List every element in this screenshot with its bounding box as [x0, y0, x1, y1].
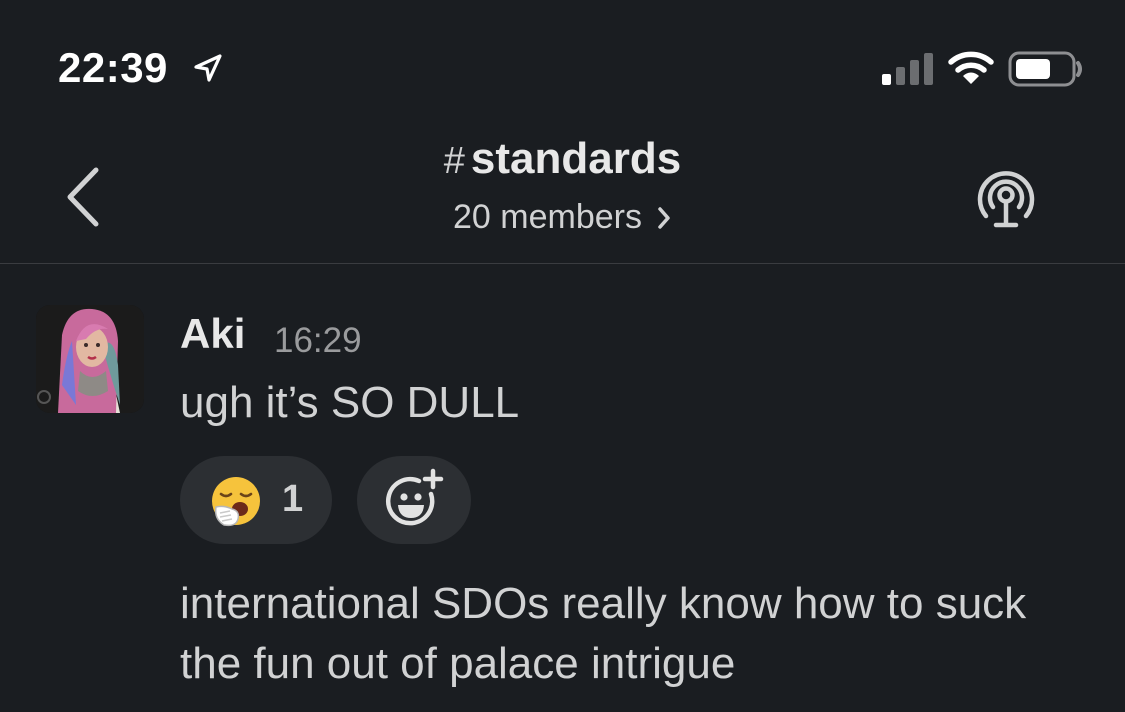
message-text: international SDOs really know how to su…: [180, 579, 1027, 688]
channel-title[interactable]: # standards: [444, 134, 681, 184]
reaction-pill[interactable]: 1: [180, 456, 332, 544]
location-arrow-icon: [194, 54, 222, 82]
add-emoji-icon: [385, 468, 444, 526]
channel-hash: #: [443, 140, 465, 182]
reaction-count: 1: [282, 478, 304, 520]
huddle-broadcast-icon[interactable]: [972, 166, 1040, 232]
avatar[interactable]: [36, 305, 144, 413]
yawning-face-icon: [212, 477, 260, 527]
battery-icon: [1008, 51, 1082, 87]
wifi-icon: [948, 51, 994, 84]
message-timestamp: 16:29: [274, 321, 362, 360]
chevron-right-icon: [658, 206, 670, 229]
status-bar: 22:39: [0, 0, 1125, 130]
members-link[interactable]: 20 members: [453, 198, 672, 237]
channel-header: # standards 20 members: [0, 130, 1125, 264]
add-reaction-button[interactable]: [357, 456, 471, 544]
cellular-signal-icon: [882, 53, 933, 85]
sender-name[interactable]: Aki: [180, 310, 245, 358]
channel-name: standards: [470, 134, 682, 183]
status-time: 22:39: [58, 44, 168, 91]
message-text: ugh it’s SO DULL: [180, 378, 520, 427]
members-count: 20 members: [453, 198, 642, 236]
